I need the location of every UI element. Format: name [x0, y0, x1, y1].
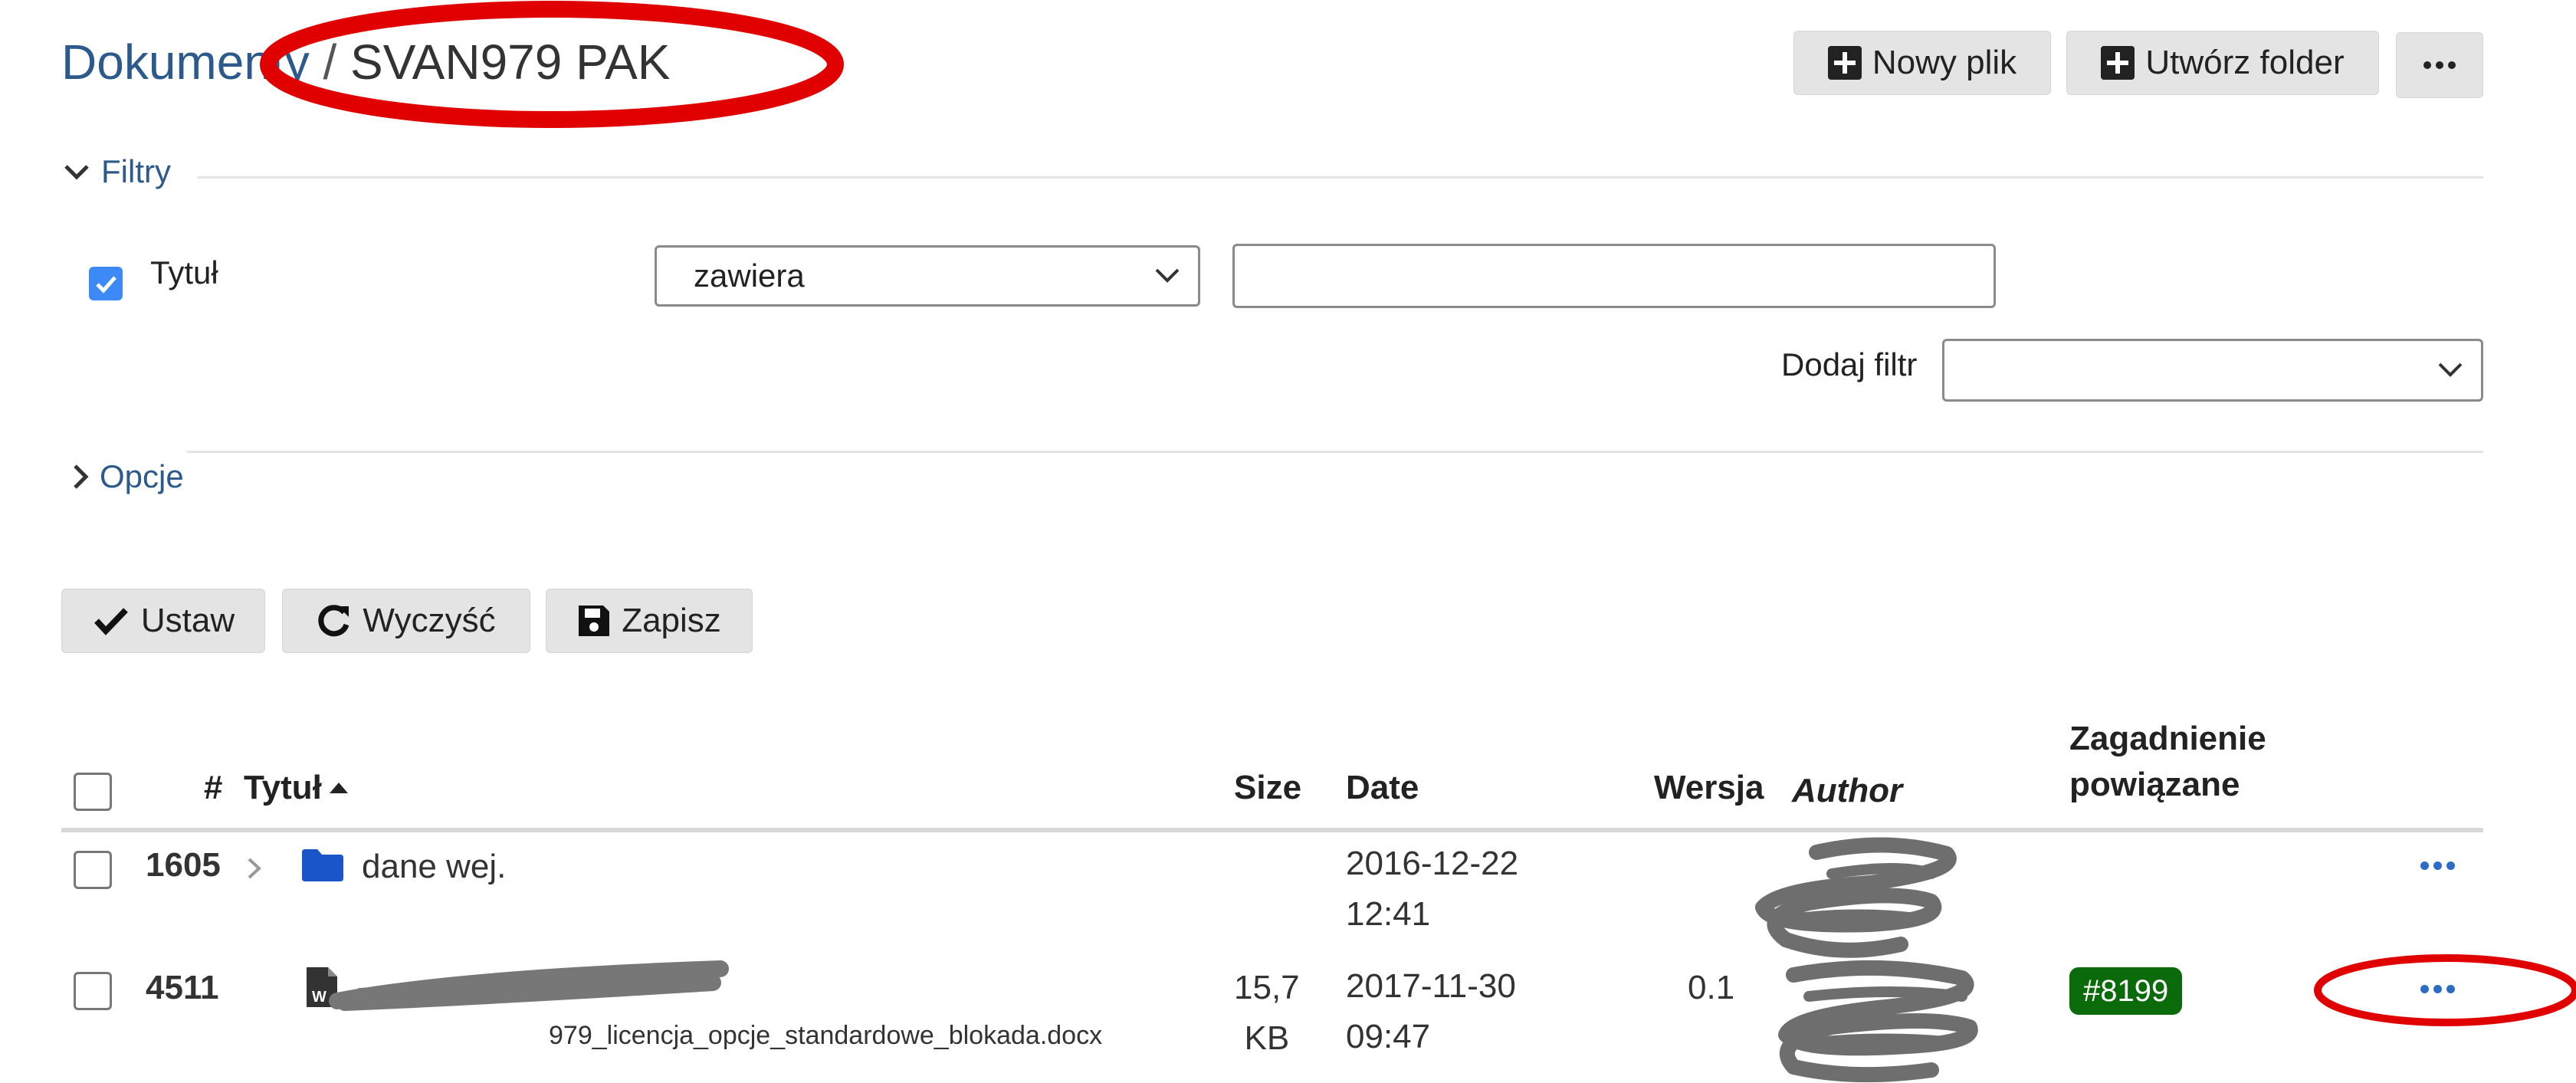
- clear-label: Wyczyść: [363, 602, 496, 639]
- redaction-scribble: [1778, 960, 1978, 1083]
- more-actions-button[interactable]: [2396, 32, 2483, 98]
- checkmark-icon: [96, 276, 116, 294]
- row-checkbox[interactable]: [74, 972, 112, 1010]
- title-filter-input[interactable]: [1232, 244, 1996, 308]
- save-query-label: Zapisz: [622, 602, 721, 639]
- add-filter-label: Dodaj filtr: [1781, 346, 1918, 382]
- new-file-button[interactable]: Nowy plik: [1793, 31, 2051, 95]
- apply-label: Ustaw: [140, 602, 235, 639]
- plus-square-icon: [2101, 46, 2135, 80]
- chevron-down-icon: [2438, 363, 2463, 377]
- breadcrumb-separator: /: [309, 34, 351, 90]
- row-size: 15,7 KB: [1234, 963, 1300, 1064]
- related-issue-badge[interactable]: #8199: [2069, 967, 2183, 1015]
- column-header-author[interactable]: Author: [1792, 768, 1902, 814]
- chevron-right-icon: [74, 464, 89, 489]
- title-operator-select[interactable]: zawiera: [655, 245, 1200, 307]
- folder-icon: [302, 849, 343, 881]
- title-filter-checkbox[interactable]: [89, 267, 123, 300]
- table-header-divider: [61, 828, 2483, 832]
- breadcrumb-current: SVAN979 PAK: [350, 34, 671, 90]
- row-size-value: 15,7: [1234, 969, 1300, 1006]
- chevron-down-icon: [1155, 268, 1180, 283]
- row-version: 0.1: [1688, 969, 1735, 1006]
- row-actions-button[interactable]: [2420, 985, 2455, 993]
- plus-square-icon: [1827, 46, 1862, 80]
- clear-button[interactable]: Wyczyść: [282, 589, 530, 653]
- options-divider: [187, 451, 2483, 453]
- row-actions-button[interactable]: [2420, 861, 2455, 870]
- column-header-related-line2: powiązane: [2069, 766, 2240, 803]
- word-file-icon: W: [307, 967, 337, 1007]
- column-header-related: Zagadnienie powiązane: [2069, 716, 2266, 808]
- row-id: 1605: [146, 846, 221, 884]
- svg-text:W: W: [312, 989, 327, 1006]
- column-header-related-line1: Zagadnienie: [2069, 720, 2266, 757]
- new-file-label: Nowy plik: [1872, 44, 2017, 81]
- row-checkbox[interactable]: [74, 851, 112, 889]
- column-header-title[interactable]: Tytuł: [244, 765, 349, 811]
- options-toggle[interactable]: Opcje: [71, 458, 184, 495]
- create-folder-label: Utwórz folder: [2145, 44, 2345, 81]
- breadcrumb-root[interactable]: Dokumenty: [61, 34, 310, 90]
- row-size-unit: KB: [1244, 1019, 1290, 1057]
- folder-link[interactable]: dane wej.: [362, 842, 506, 892]
- save-query-button[interactable]: Zapisz: [546, 589, 753, 653]
- redaction-scribble: [329, 960, 729, 1011]
- check-icon: [94, 608, 128, 635]
- row-date: 2017-11-30 09:47: [1346, 961, 1516, 1062]
- add-filter-select[interactable]: [1942, 339, 2483, 402]
- row-date-day: 2017-11-30: [1346, 967, 1516, 1005]
- sort-ascending-icon: [329, 783, 348, 793]
- column-header-size[interactable]: Size: [1234, 765, 1301, 811]
- row-date-time: 09:47: [1346, 1018, 1431, 1055]
- filters-divider: [198, 176, 2483, 179]
- ellipsis-icon: [2423, 61, 2456, 69]
- column-header-title-label: Tytuł: [244, 769, 322, 806]
- ellipsis-icon: [2420, 861, 2455, 870]
- related-issue-label: #8199: [2083, 973, 2169, 1008]
- column-header-id[interactable]: #: [204, 765, 222, 811]
- create-folder-button[interactable]: Utwórz folder: [2066, 31, 2379, 95]
- title-operator-value: zawiera: [694, 258, 805, 294]
- select-all-checkbox[interactable]: [74, 773, 112, 811]
- row-date-day: 2016-12-22: [1346, 845, 1519, 882]
- title-filter-label: Tytuł: [150, 254, 218, 290]
- options-legend: Opcje: [100, 458, 184, 494]
- redaction-scribble: [1755, 837, 1957, 958]
- filters-legend: Filtry: [101, 153, 171, 189]
- save-icon: [579, 605, 610, 636]
- refresh-icon: [318, 605, 349, 637]
- ellipsis-icon: [2420, 985, 2455, 993]
- row-date-time: 12:41: [1346, 895, 1431, 933]
- column-header-date[interactable]: Date: [1346, 765, 1419, 811]
- row-id: 4511: [146, 969, 219, 1006]
- expand-chevron-icon[interactable]: [245, 855, 264, 881]
- apply-button[interactable]: Ustaw: [61, 589, 265, 653]
- annotation-overlay: [260, 1, 2576, 1083]
- file-name: 979_licencja_opcje_standardowe_blokada.d…: [549, 1021, 1103, 1050]
- chevron-down-icon: [64, 165, 89, 180]
- filters-toggle[interactable]: Filtry: [61, 153, 171, 190]
- page-title: Dokumenty / SVAN979 PAK: [61, 28, 670, 97]
- column-header-version[interactable]: Wersja: [1654, 765, 1764, 811]
- row-date: 2016-12-22 12:41: [1346, 839, 1518, 940]
